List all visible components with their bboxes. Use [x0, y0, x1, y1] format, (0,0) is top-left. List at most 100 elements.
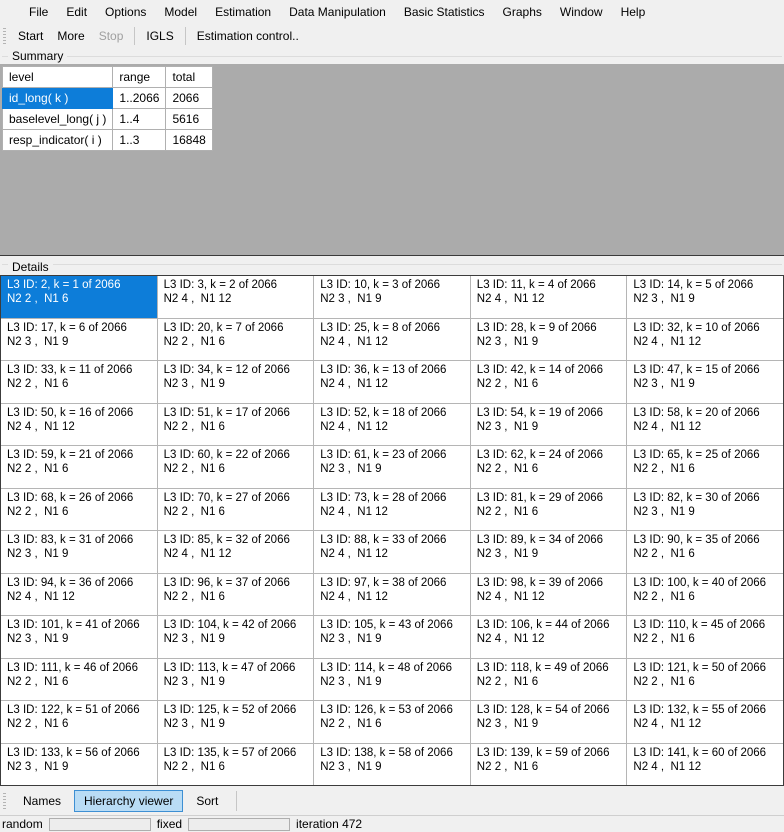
status-iteration-label: iteration 472	[296, 817, 362, 831]
detail-cell[interactable]: L3 ID: 51, k = 17 of 2066N2 2 , N1 6	[158, 404, 314, 446]
detail-cell[interactable]: L3 ID: 36, k = 13 of 2066N2 4 , N1 12	[314, 361, 470, 403]
detail-cell-line1: L3 ID: 2, k = 1 of 2066	[7, 278, 151, 292]
detail-cell-line1: L3 ID: 70, k = 27 of 2066	[164, 491, 308, 505]
status-fixed-label: fixed	[157, 817, 182, 831]
detail-cell[interactable]: L3 ID: 128, k = 54 of 2066N2 3 , N1 9	[471, 701, 627, 743]
menu-item-estimation[interactable]: Estimation	[206, 1, 280, 23]
detail-cell-line1: L3 ID: 100, k = 40 of 2066	[633, 576, 777, 590]
detail-cell[interactable]: L3 ID: 88, k = 33 of 2066N2 4 , N1 12	[314, 531, 470, 573]
detail-cell[interactable]: L3 ID: 82, k = 30 of 2066N2 3 , N1 9	[627, 489, 783, 531]
menu-item-options[interactable]: Options	[96, 1, 155, 23]
toolbar-button-igls[interactable]: IGLS	[139, 26, 180, 46]
menu-item-graphs[interactable]: Graphs	[494, 1, 551, 23]
detail-cell[interactable]: L3 ID: 32, k = 10 of 2066N2 4 , N1 12	[627, 319, 783, 361]
detail-cell-line2: N2 3 , N1 9	[320, 760, 464, 774]
detail-cell[interactable]: L3 ID: 135, k = 57 of 2066N2 2 , N1 6	[158, 744, 314, 786]
detail-cell[interactable]: L3 ID: 121, k = 50 of 2066N2 2 , N1 6	[627, 659, 783, 701]
menu-item-edit[interactable]: Edit	[57, 1, 96, 23]
detail-cell[interactable]: L3 ID: 105, k = 43 of 2066N2 3 , N1 9	[314, 616, 470, 658]
detail-cell[interactable]: L3 ID: 54, k = 19 of 2066N2 3 , N1 9	[471, 404, 627, 446]
detail-cell[interactable]: L3 ID: 139, k = 59 of 2066N2 2 , N1 6	[471, 744, 627, 786]
detail-cell[interactable]: L3 ID: 97, k = 38 of 2066N2 4 , N1 12	[314, 574, 470, 616]
detail-cell[interactable]: L3 ID: 73, k = 28 of 2066N2 4 , N1 12	[314, 489, 470, 531]
detail-cell[interactable]: L3 ID: 10, k = 3 of 2066N2 3 , N1 9	[314, 276, 470, 318]
summary-cell-range[interactable]: 1..3	[113, 130, 166, 151]
detail-cell[interactable]: L3 ID: 47, k = 15 of 2066N2 3 , N1 9	[627, 361, 783, 403]
detail-cell[interactable]: L3 ID: 52, k = 18 of 2066N2 4 , N1 12	[314, 404, 470, 446]
detail-cell[interactable]: L3 ID: 42, k = 14 of 2066N2 2 , N1 6	[471, 361, 627, 403]
detail-cell[interactable]: L3 ID: 61, k = 23 of 2066N2 3 , N1 9	[314, 446, 470, 488]
detail-cell[interactable]: L3 ID: 62, k = 24 of 2066N2 2 , N1 6	[471, 446, 627, 488]
detail-cell[interactable]: L3 ID: 81, k = 29 of 2066N2 2 , N1 6	[471, 489, 627, 531]
detail-cell-line1: L3 ID: 141, k = 60 of 2066	[633, 746, 777, 760]
detail-cell[interactable]: L3 ID: 85, k = 32 of 2066N2 4 , N1 12	[158, 531, 314, 573]
detail-cell[interactable]: L3 ID: 125, k = 52 of 2066N2 3 , N1 9	[158, 701, 314, 743]
toolbar-button-start[interactable]: Start	[11, 26, 50, 46]
detail-cell[interactable]: L3 ID: 138, k = 58 of 2066N2 3 , N1 9	[314, 744, 470, 786]
detail-cell[interactable]: L3 ID: 104, k = 42 of 2066N2 3 , N1 9	[158, 616, 314, 658]
tab-names[interactable]: Names	[13, 790, 71, 812]
detail-cell[interactable]: L3 ID: 96, k = 37 of 2066N2 2 , N1 6	[158, 574, 314, 616]
tab-sort[interactable]: Sort	[186, 790, 228, 812]
detail-cell[interactable]: L3 ID: 122, k = 51 of 2066N2 2 , N1 6	[1, 701, 157, 743]
detail-cell[interactable]: L3 ID: 141, k = 60 of 2066N2 4 , N1 12	[627, 744, 783, 786]
menu-item-window[interactable]: Window	[551, 1, 612, 23]
detail-cell[interactable]: L3 ID: 14, k = 5 of 2066N2 3 , N1 9	[627, 276, 783, 318]
menu-item-help[interactable]: Help	[612, 1, 655, 23]
detail-cell[interactable]: L3 ID: 118, k = 49 of 2066N2 2 , N1 6	[471, 659, 627, 701]
detail-cell-line2: N2 3 , N1 9	[633, 292, 777, 306]
detail-cell[interactable]: L3 ID: 58, k = 20 of 2066N2 4 , N1 12	[627, 404, 783, 446]
detail-cell[interactable]: L3 ID: 100, k = 40 of 2066N2 2 , N1 6	[627, 574, 783, 616]
menu-item-basic-statistics[interactable]: Basic Statistics	[395, 1, 494, 23]
detail-cell[interactable]: L3 ID: 98, k = 39 of 2066N2 4 , N1 12	[471, 574, 627, 616]
detail-cell[interactable]: L3 ID: 110, k = 45 of 2066N2 2 , N1 6	[627, 616, 783, 658]
detail-cell-line1: L3 ID: 17, k = 6 of 2066	[7, 321, 151, 335]
toolbar-button-more[interactable]: More	[50, 26, 91, 46]
detail-cell[interactable]: L3 ID: 132, k = 55 of 2066N2 4 , N1 12	[627, 701, 783, 743]
detail-cell[interactable]: L3 ID: 89, k = 34 of 2066N2 3 , N1 9	[471, 531, 627, 573]
summary-cell-total[interactable]: 2066	[166, 88, 212, 109]
summary-cell-range[interactable]: 1..2066	[113, 88, 166, 109]
menu-item-file[interactable]: File	[20, 1, 57, 23]
detail-cell[interactable]: L3 ID: 90, k = 35 of 2066N2 2 , N1 6	[627, 531, 783, 573]
tab-hierarchy-viewer[interactable]: Hierarchy viewer	[74, 790, 183, 812]
detail-cell[interactable]: L3 ID: 28, k = 9 of 2066N2 3 , N1 9	[471, 319, 627, 361]
detail-cell[interactable]: L3 ID: 113, k = 47 of 2066N2 3 , N1 9	[158, 659, 314, 701]
summary-cell-total[interactable]: 16848	[166, 130, 212, 151]
detail-cell[interactable]: L3 ID: 34, k = 12 of 2066N2 3 , N1 9	[158, 361, 314, 403]
detail-cell[interactable]: L3 ID: 83, k = 31 of 2066N2 3 , N1 9	[1, 531, 157, 573]
detail-cell[interactable]: L3 ID: 33, k = 11 of 2066N2 2 , N1 6	[1, 361, 157, 403]
detail-cell[interactable]: L3 ID: 70, k = 27 of 2066N2 2 , N1 6	[158, 489, 314, 531]
summary-cell-level[interactable]: resp_indicator( i )	[3, 130, 113, 151]
detail-cell-line2: N2 2 , N1 6	[7, 462, 151, 476]
menu-item-data-manipulation[interactable]: Data Manipulation	[280, 1, 395, 23]
detail-cell[interactable]: L3 ID: 50, k = 16 of 2066N2 4 , N1 12	[1, 404, 157, 446]
detail-cell[interactable]: L3 ID: 2, k = 1 of 2066N2 2 , N1 6	[1, 276, 157, 318]
detail-cell[interactable]: L3 ID: 60, k = 22 of 2066N2 2 , N1 6	[158, 446, 314, 488]
summary-cell-range[interactable]: 1..4	[113, 109, 166, 130]
detail-cell[interactable]: L3 ID: 59, k = 21 of 2066N2 2 , N1 6	[1, 446, 157, 488]
tab-bar-separator	[236, 791, 237, 811]
detail-cell[interactable]: L3 ID: 11, k = 4 of 2066N2 4 , N1 12	[471, 276, 627, 318]
detail-cell-line1: L3 ID: 33, k = 11 of 2066	[7, 363, 151, 377]
detail-cell[interactable]: L3 ID: 94, k = 36 of 2066N2 4 , N1 12	[1, 574, 157, 616]
detail-cell-line2: N2 4 , N1 12	[477, 590, 621, 604]
detail-cell[interactable]: L3 ID: 3, k = 2 of 2066N2 4 , N1 12	[158, 276, 314, 318]
toolbar-button-estimation-control[interactable]: Estimation control..	[190, 26, 306, 46]
detail-cell[interactable]: L3 ID: 65, k = 25 of 2066N2 2 , N1 6	[627, 446, 783, 488]
detail-cell[interactable]: L3 ID: 17, k = 6 of 2066N2 3 , N1 9	[1, 319, 157, 361]
detail-cell[interactable]: L3 ID: 106, k = 44 of 2066N2 4 , N1 12	[471, 616, 627, 658]
summary-cell-level[interactable]: id_long( k )	[3, 88, 113, 109]
detail-cell[interactable]: L3 ID: 101, k = 41 of 2066N2 3 , N1 9	[1, 616, 157, 658]
detail-cell-line1: L3 ID: 88, k = 33 of 2066	[320, 533, 464, 547]
summary-cell-level[interactable]: baselevel_long( j )	[3, 109, 113, 130]
detail-cell[interactable]: L3 ID: 111, k = 46 of 2066N2 2 , N1 6	[1, 659, 157, 701]
detail-cell[interactable]: L3 ID: 20, k = 7 of 2066N2 2 , N1 6	[158, 319, 314, 361]
detail-cell[interactable]: L3 ID: 126, k = 53 of 2066N2 2 , N1 6	[314, 701, 470, 743]
detail-cell[interactable]: L3 ID: 114, k = 48 of 2066N2 3 , N1 9	[314, 659, 470, 701]
detail-cell[interactable]: L3 ID: 25, k = 8 of 2066N2 4 , N1 12	[314, 319, 470, 361]
detail-cell[interactable]: L3 ID: 133, k = 56 of 2066N2 3 , N1 9	[1, 744, 157, 786]
menu-item-model[interactable]: Model	[155, 1, 206, 23]
summary-cell-total[interactable]: 5616	[166, 109, 212, 130]
detail-cell[interactable]: L3 ID: 68, k = 26 of 2066N2 2 , N1 6	[1, 489, 157, 531]
